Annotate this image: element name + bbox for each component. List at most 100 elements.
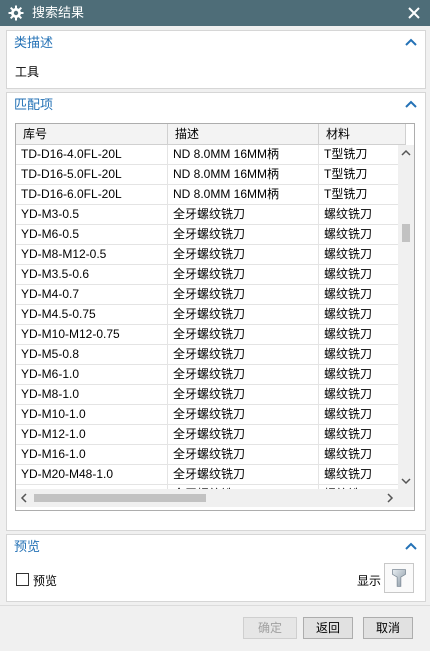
table-row[interactable]: YD-M6-0.5 全牙螺纹铣刀 螺纹铣刀 — [16, 225, 398, 245]
preview-header[interactable]: 预览 — [7, 535, 425, 559]
cell-material: 螺纹铣刀 — [324, 227, 373, 241]
cell-material: 螺纹铣刀 — [324, 447, 373, 461]
cell-library-number: YD-M4-0.7 — [16, 285, 168, 304]
show-label: 显示 — [357, 574, 382, 588]
matches-panel: 匹配项 库号 描述 材料 TD-D16-4.0FL-20L ND 8.0MM 16… — [6, 92, 426, 531]
cell-description: 全牙螺纹铣刀 — [168, 425, 319, 444]
cell-description: 全牙螺纹铣刀 — [168, 405, 319, 424]
window-title: 搜索结果 — [32, 5, 85, 20]
scroll-right-icon[interactable] — [382, 490, 398, 506]
cell-library-number: TD-D16-5.0FL-20L — [16, 165, 168, 184]
class-description-value: 工具 — [15, 65, 40, 79]
cell-description: 全牙螺纹铣刀 — [168, 245, 319, 264]
cell-description: 全牙螺纹铣刀 — [168, 325, 319, 344]
horizontal-scroll-thumb[interactable] — [34, 494, 206, 502]
cell-description: 全牙螺纹铣刀 — [168, 385, 319, 404]
preview-checkbox-label[interactable]: 预览 — [33, 572, 57, 589]
cell-library-number: YD-M10-1.0 — [16, 405, 168, 424]
cell-library-number: TD-D16-6.0FL-20L — [16, 185, 168, 204]
table-row[interactable]: TD-D16-5.0FL-20L ND 8.0MM 16MM柄 T型铣刀 — [16, 165, 398, 185]
cell-description: ND 8.0MM 16MM柄 — [168, 185, 319, 204]
cell-library-number: YD-M3-0.5 — [16, 205, 168, 224]
table-row[interactable]: YD-M12-1.0 全牙螺纹铣刀 螺纹铣刀 — [16, 425, 398, 445]
preview-panel: 预览 预览 显示 — [6, 534, 426, 602]
table-row[interactable]: TD-D16-4.0FL-20L ND 8.0MM 16MM柄 T型铣刀 — [16, 145, 398, 165]
cell-material: T型铣刀 — [324, 147, 368, 161]
chevron-up-icon[interactable] — [405, 99, 417, 109]
chevron-up-icon[interactable] — [405, 541, 417, 551]
cell-library-number: YD-M4.5-0.75 — [16, 305, 168, 324]
cell-material: 螺纹铣刀 — [324, 407, 373, 421]
table-row[interactable]: YD-M10-1.0 全牙螺纹铣刀 螺纹铣刀 — [16, 405, 398, 425]
table-row[interactable]: TD-D16-6.0FL-20L ND 8.0MM 16MM柄 T型铣刀 — [16, 185, 398, 205]
cell-description: 全牙螺纹铣刀 — [168, 305, 319, 324]
cell-material: 螺纹铣刀 — [324, 387, 373, 401]
cell-description: 全牙螺纹铣刀 — [168, 285, 319, 304]
cell-material: T型铣刀 — [324, 167, 368, 181]
close-icon[interactable] — [406, 5, 422, 21]
table-header: 库号 描述 材料 — [16, 124, 406, 145]
back-button[interactable]: 返回 — [303, 617, 353, 639]
table-row[interactable]: YD-M4-0.7 全牙螺纹铣刀 螺纹铣刀 — [16, 285, 398, 305]
table-row[interactable]: YD-M4.5-0.75 全牙螺纹铣刀 螺纹铣刀 — [16, 305, 398, 325]
table-row[interactable]: YD-M3.5-0.6 全牙螺纹铣刀 螺纹铣刀 — [16, 265, 398, 285]
horizontal-scrollbar[interactable] — [16, 489, 398, 507]
cell-description: ND 8.0MM 16MM柄 — [168, 145, 319, 164]
cell-description: 全牙螺纹铣刀 — [168, 205, 319, 224]
cell-library-number: YD-M20-M48-1.0 — [16, 465, 168, 484]
cancel-button[interactable]: 取消 — [363, 617, 413, 639]
preview-title: 预览 — [14, 539, 41, 554]
cell-material: 螺纹铣刀 — [324, 247, 373, 261]
cell-material: 螺纹铣刀 — [324, 287, 373, 301]
cell-library-number: YD-M3.5-0.6 — [16, 265, 168, 284]
matches-header[interactable]: 匹配项 — [7, 93, 425, 117]
matches-title: 匹配项 — [14, 97, 54, 112]
scrollbar-corner — [398, 489, 414, 507]
table-row[interactable]: YD-M10-M12-0.75 全牙螺纹铣刀 螺纹铣刀 — [16, 325, 398, 345]
cell-description: 全牙螺纹铣刀 — [168, 365, 319, 384]
scroll-up-icon[interactable] — [398, 145, 414, 161]
table-row[interactable]: YD-M3-0.5 全牙螺纹铣刀 螺纹铣刀 — [16, 205, 398, 225]
title-bar: 搜索结果 — [0, 0, 430, 26]
cell-library-number: YD-M5-0.8 — [16, 345, 168, 364]
cell-material: 螺纹铣刀 — [324, 427, 373, 441]
cell-library-number: YD-M16-1.0 — [16, 445, 168, 464]
cell-library-number: YD-M8-M12-0.5 — [16, 245, 168, 264]
scroll-left-icon[interactable] — [16, 490, 32, 506]
column-header-material[interactable]: 材料 — [319, 124, 406, 144]
table-row[interactable]: YD-M16-1.0 全牙螺纹铣刀 螺纹铣刀 — [16, 445, 398, 465]
cell-material: 螺纹铣刀 — [324, 347, 373, 361]
class-description-title: 类描述 — [14, 35, 54, 50]
cell-description: 全牙螺纹铣刀 — [168, 265, 319, 284]
vertical-scrollbar[interactable] — [398, 145, 414, 489]
cell-library-number: TD-D16-4.0FL-20L — [16, 145, 168, 164]
show-result-button[interactable] — [384, 563, 414, 593]
scroll-down-icon[interactable] — [398, 473, 414, 489]
cell-material: 螺纹铣刀 — [324, 207, 373, 221]
vertical-scroll-thumb[interactable] — [402, 224, 410, 242]
cell-material: 螺纹铣刀 — [324, 367, 373, 381]
class-description-header[interactable]: 类描述 — [7, 31, 425, 55]
table-row[interactable]: YD-M6-1.0 全牙螺纹铣刀 螺纹铣刀 — [16, 365, 398, 385]
preview-checkbox[interactable] — [16, 573, 29, 586]
cell-material: 螺纹铣刀 — [324, 307, 373, 321]
column-header-description[interactable]: 描述 — [168, 124, 319, 144]
cell-material: 螺纹铣刀 — [324, 467, 373, 481]
column-header-library-number[interactable]: 库号 — [16, 124, 168, 144]
cell-library-number: YD-M8-1.0 — [16, 385, 168, 404]
tool-preview-icon — [392, 569, 406, 587]
cell-material: 螺纹铣刀 — [324, 327, 373, 341]
ok-button[interactable]: 确定 — [243, 617, 297, 639]
cell-library-number: YD-M10-M12-0.75 — [16, 325, 168, 344]
gear-icon — [8, 5, 24, 21]
cell-library-number: YD-M6-1.0 — [16, 365, 168, 384]
cell-material: T型铣刀 — [324, 187, 368, 201]
table-row[interactable]: YD-M20-M48-1.0 全牙螺纹铣刀 螺纹铣刀 — [16, 465, 398, 485]
cell-description: 全牙螺纹铣刀 — [168, 225, 319, 244]
table-row[interactable]: YD-M8-1.0 全牙螺纹铣刀 螺纹铣刀 — [16, 385, 398, 405]
cell-library-number: YD-M6-0.5 — [16, 225, 168, 244]
table-row[interactable]: YD-M8-M12-0.5 全牙螺纹铣刀 螺纹铣刀 — [16, 245, 398, 265]
cell-description: 全牙螺纹铣刀 — [168, 445, 319, 464]
table-row[interactable]: YD-M5-0.8 全牙螺纹铣刀 螺纹铣刀 — [16, 345, 398, 365]
chevron-up-icon[interactable] — [405, 37, 417, 47]
